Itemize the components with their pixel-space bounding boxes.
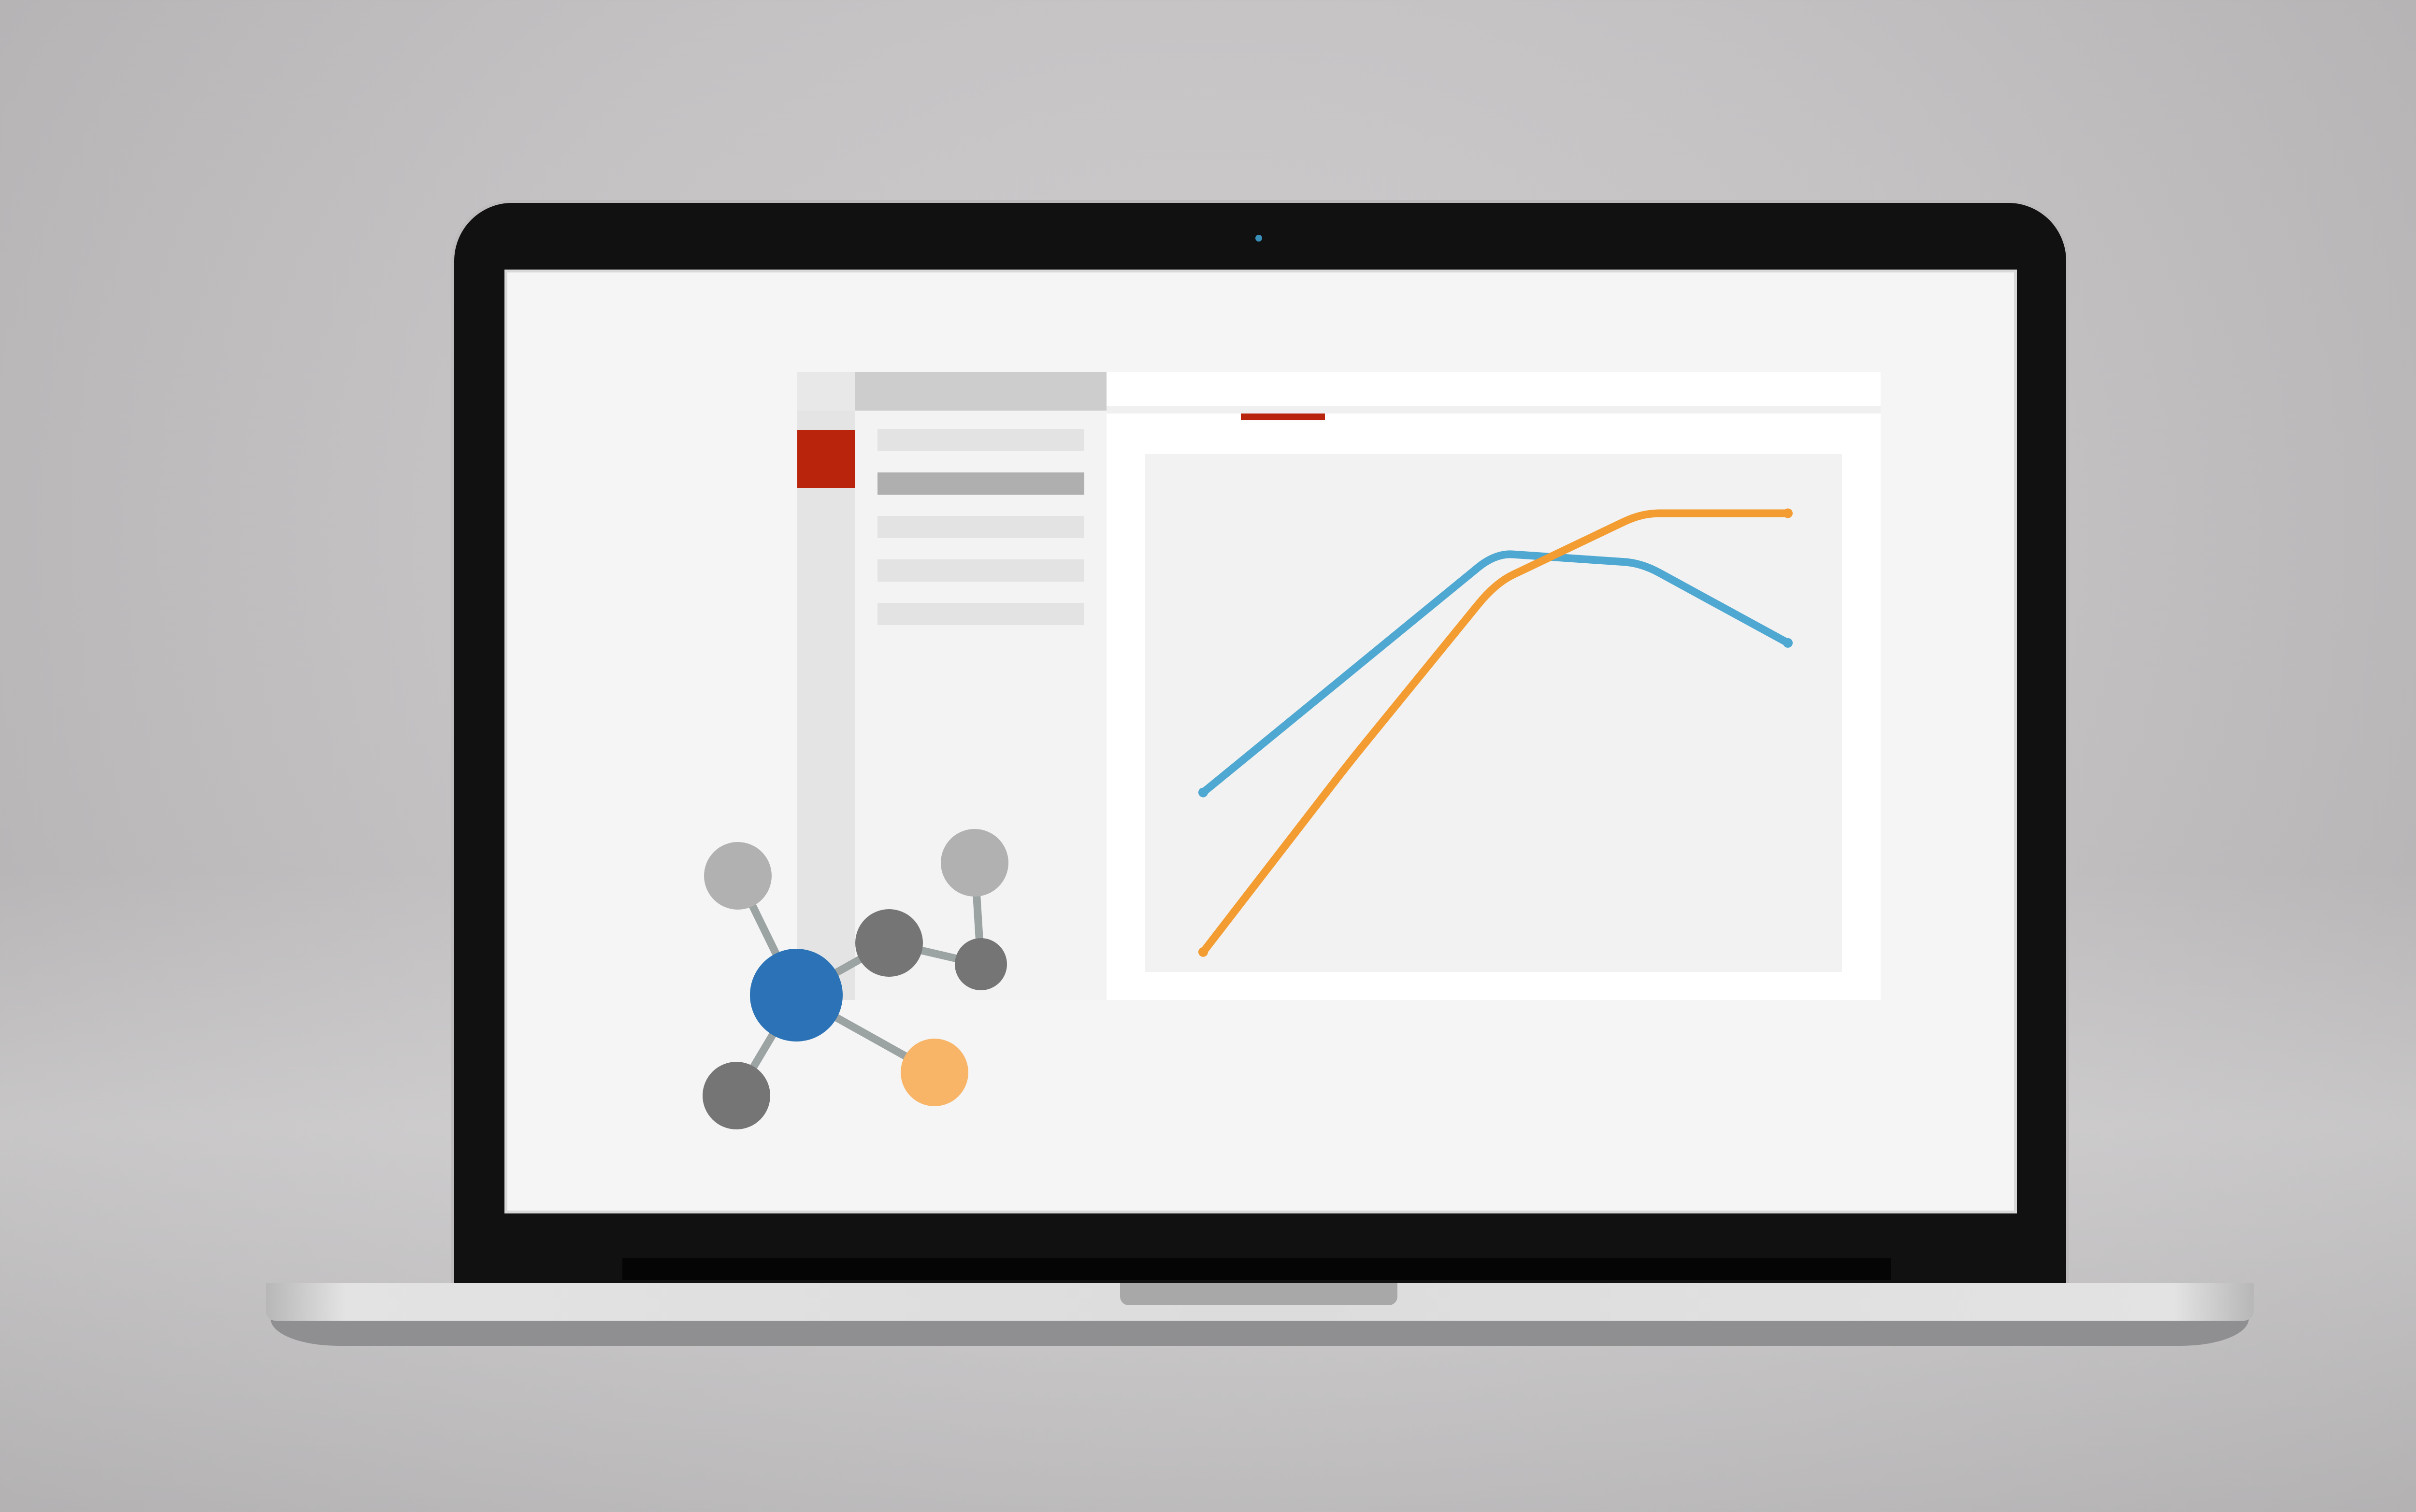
molecule-atom-light	[704, 842, 772, 910]
sidebar-item-3[interactable]	[877, 516, 1084, 538]
chart-point	[1198, 787, 1208, 798]
sidebar-item-4[interactable]	[877, 559, 1084, 582]
line-chart	[1198, 508, 1793, 957]
molecule-atom-dark	[955, 938, 1007, 990]
sidebar-item-2-selected[interactable]	[877, 472, 1084, 495]
molecule-icon	[703, 829, 1008, 1129]
webcam-icon	[1255, 235, 1262, 242]
tab-active-indicator[interactable]	[1241, 414, 1325, 420]
nav-rail-item-active[interactable]	[797, 430, 855, 488]
molecule-atom-accent	[901, 1039, 968, 1106]
sidebar-item-1[interactable]	[877, 429, 1084, 451]
laptop-base-shadow	[271, 1319, 2249, 1346]
molecule-atom-dark	[703, 1062, 770, 1129]
nav-rail-header	[797, 372, 855, 411]
chart-series-line-2	[1199, 509, 1792, 956]
molecule-atom-center	[750, 949, 843, 1041]
main-content	[1107, 372, 1881, 1000]
tab-bar	[1107, 372, 1881, 414]
chart-point	[1783, 638, 1793, 648]
laptop-hinge	[622, 1258, 1891, 1280]
chart-point	[1783, 508, 1793, 518]
molecule-atom-light	[941, 829, 1008, 897]
chart-point	[1198, 947, 1208, 957]
sidebar-header	[855, 372, 1107, 411]
chart-panel	[1145, 454, 1842, 972]
laptop-base-notch	[1120, 1283, 1397, 1305]
sidebar-item-5[interactable]	[877, 603, 1084, 625]
molecule-atom-dark	[855, 909, 923, 977]
